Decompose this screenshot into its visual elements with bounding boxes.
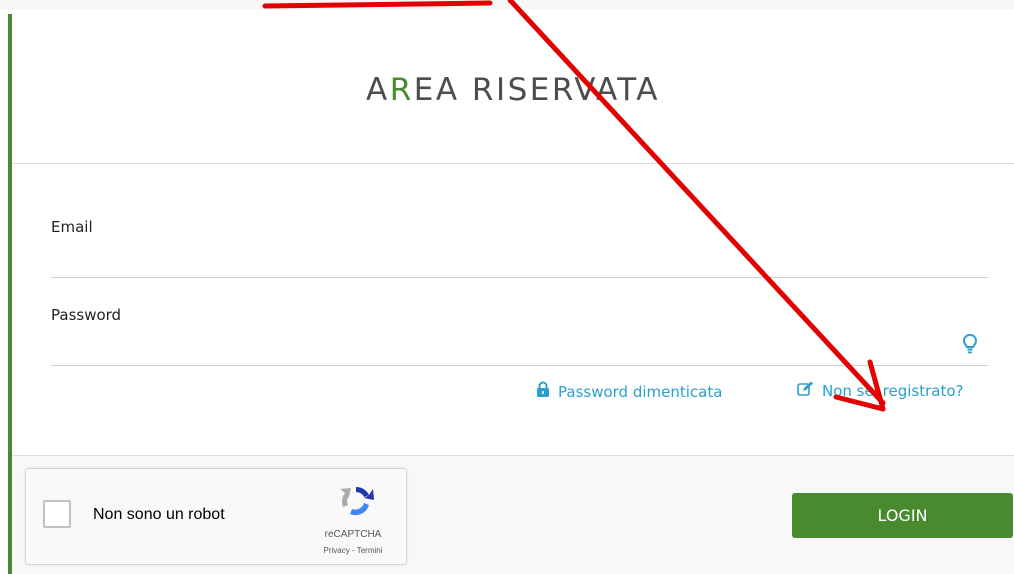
title-rest: EA RISERVATA <box>413 72 660 108</box>
recaptcha-links: Privacy - Termini <box>303 546 403 555</box>
password-field[interactable] <box>51 335 988 366</box>
recaptcha-label: Non sono un robot <box>93 506 225 523</box>
lightbulb-icon[interactable] <box>960 333 980 355</box>
recaptcha-terms-link[interactable]: Termini <box>357 546 383 555</box>
lock-icon <box>536 381 550 402</box>
login-button[interactable]: LOGIN <box>792 493 1013 538</box>
password-label: Password <box>51 306 122 324</box>
edit-icon <box>797 381 814 401</box>
register-link[interactable]: Non sei registrato? <box>797 381 963 401</box>
recaptcha-widget: Non sono un robot reCAPTCHA Privacy - Te… <box>25 468 407 565</box>
title-divider <box>12 163 1014 164</box>
title-prefix: A <box>366 72 390 108</box>
register-label: Non sei registrato? <box>822 382 964 400</box>
page-title: AREA RISERVATA <box>12 72 1014 108</box>
top-strip <box>0 0 1014 9</box>
recaptcha-privacy-link[interactable]: Privacy <box>324 546 350 555</box>
recaptcha-logo-icon <box>336 483 376 519</box>
forgot-password-label: Password dimenticata <box>558 382 723 401</box>
recaptcha-checkbox[interactable] <box>43 500 71 528</box>
recaptcha-link-separator: - <box>349 546 357 555</box>
email-label: Email <box>51 218 93 236</box>
recaptcha-brand: reCAPTCHA <box>324 529 382 540</box>
forgot-password-link[interactable]: Password dimenticata <box>536 381 722 402</box>
title-accent-letter: R <box>389 72 414 108</box>
email-field[interactable] <box>51 247 988 278</box>
